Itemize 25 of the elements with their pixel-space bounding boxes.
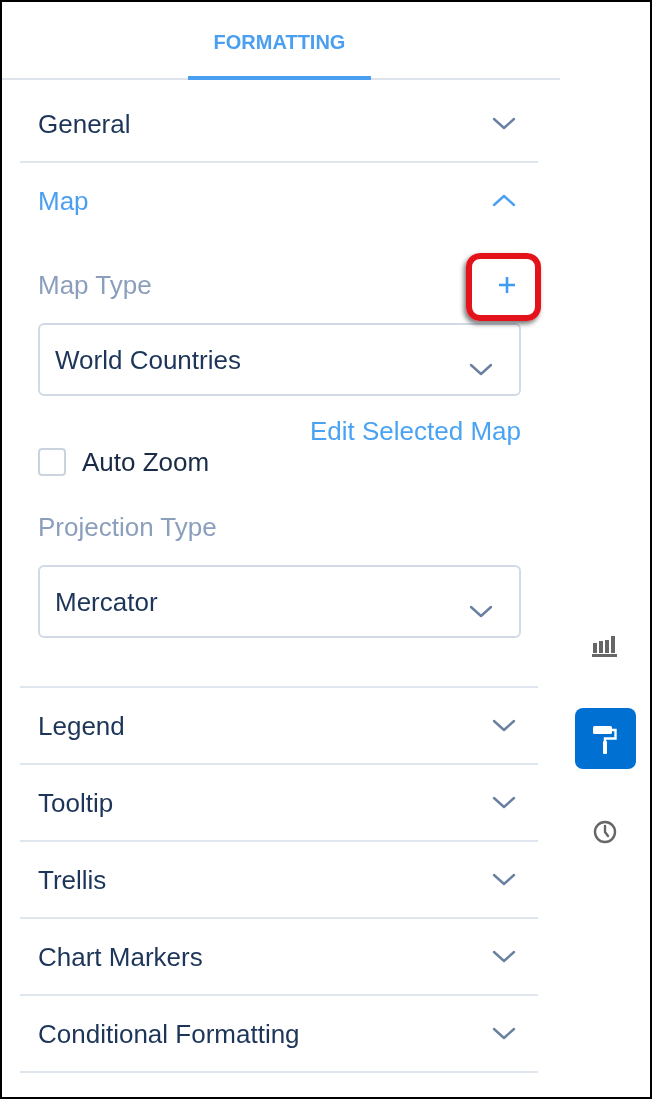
- checkbox-label: Auto Zoom: [82, 447, 210, 477]
- field-label: Projection Type: [38, 512, 217, 542]
- field-label: Map Type: [38, 270, 152, 300]
- section-header[interactable]: Tooltip: [20, 765, 538, 840]
- checkbox[interactable]: [38, 448, 66, 476]
- chevron-down-icon: [492, 719, 516, 732]
- bar-chart-icon: [592, 634, 618, 657]
- section-header[interactable]: Legend: [20, 688, 538, 763]
- chevron-down-icon: [469, 363, 493, 376]
- chevron-down-icon: [469, 605, 493, 618]
- plus-icon: [498, 276, 516, 294]
- dropdown[interactable]: World Countries: [38, 323, 521, 396]
- chevron-down-icon: [492, 1027, 516, 1040]
- chevron-up-icon: [492, 194, 516, 207]
- chevron-down-icon: [492, 873, 516, 886]
- clock-icon: [593, 819, 617, 844]
- chevron-down-icon: [492, 796, 516, 809]
- chevron-down-icon: [492, 117, 516, 130]
- section-header[interactable]: Chart Markers: [20, 919, 538, 994]
- chevron-down-icon: [492, 950, 516, 963]
- section-header[interactable]: Trellis: [20, 842, 538, 917]
- section-header[interactable]: General: [20, 86, 538, 161]
- dropdown[interactable]: Mercator: [38, 565, 521, 638]
- section-header[interactable]: Conditional Formatting: [20, 996, 538, 1071]
- paint-roller-button[interactable]: [574, 708, 636, 769]
